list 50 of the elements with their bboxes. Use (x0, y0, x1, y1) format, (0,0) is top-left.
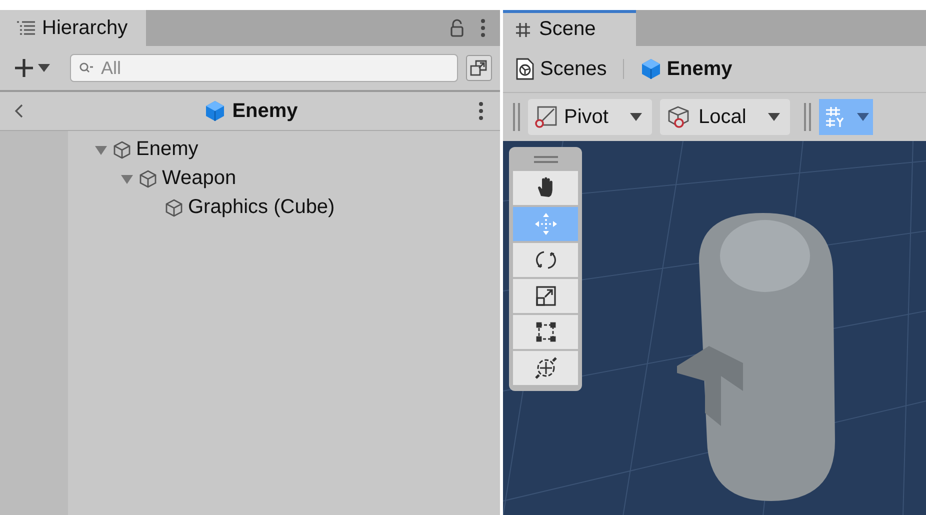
plus-icon (14, 58, 34, 78)
prefab-title: Enemy (232, 100, 298, 122)
rotate-tool-button[interactable] (513, 243, 578, 277)
breadcrumb[interactable]: Scenes (515, 57, 607, 81)
expanded-arrow-icon[interactable] (95, 144, 107, 156)
tree-item[interactable]: Graphics (Cube) (188, 196, 335, 219)
transform-icon (534, 356, 558, 380)
caret-icon (768, 113, 780, 121)
caret-icon (630, 113, 642, 121)
grid-snap-toggle[interactable] (819, 99, 874, 135)
search-field[interactable]: All (70, 54, 458, 82)
scale-tool-button[interactable] (513, 279, 578, 313)
game-object-icon (112, 140, 132, 160)
drag-handle-icon[interactable] (532, 156, 558, 164)
rect-frame-icon (534, 320, 558, 344)
prefab-cube-icon (640, 58, 662, 80)
create-button[interactable] (14, 58, 50, 78)
toolbar-grip[interactable] (513, 103, 520, 131)
caret-icon (857, 113, 870, 121)
tree-item[interactable]: Weapon (162, 167, 236, 190)
expanded-arrow-icon[interactable] (121, 172, 133, 184)
scene-file-icon (515, 57, 535, 81)
tab-label: Scene (539, 18, 596, 41)
scale-icon (534, 284, 558, 308)
rotate-icon (534, 248, 558, 272)
list-icon (16, 21, 36, 35)
more-options-icon[interactable] (478, 101, 484, 121)
toolbar-grip[interactable] (804, 103, 812, 131)
lock-icon[interactable] (450, 19, 464, 37)
scene-tab[interactable]: Scene (503, 10, 636, 46)
scene-search-button[interactable] (466, 55, 492, 81)
tree-item[interactable]: Enemy (136, 138, 198, 161)
space-dropdown[interactable]: Local (660, 99, 790, 135)
prefab-cube-icon (204, 100, 226, 122)
transform-tool-button[interactable] (513, 351, 578, 385)
grid-icon (515, 22, 531, 38)
pivot-dropdown[interactable]: Pivot (528, 99, 652, 135)
move-arrows-icon (534, 212, 558, 236)
rect-tool-button[interactable] (513, 315, 578, 349)
back-icon[interactable] (14, 103, 24, 119)
more-options-icon[interactable] (480, 18, 486, 38)
hierarchy-tab[interactable]: Hierarchy (0, 10, 146, 46)
caret-icon (38, 64, 50, 72)
pivot-icon (534, 105, 558, 129)
game-object-icon (164, 198, 184, 218)
breadcrumb[interactable]: Enemy (640, 58, 732, 80)
tab-label: Hierarchy (42, 16, 128, 40)
hand-tool-button[interactable] (513, 171, 578, 205)
game-object-icon (138, 168, 158, 188)
window-icon (470, 59, 488, 77)
